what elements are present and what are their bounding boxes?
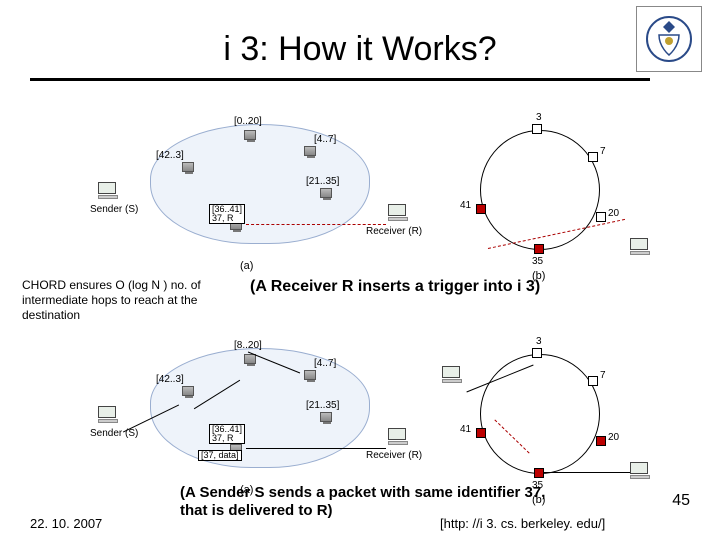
id-21-35: [21..35] bbox=[306, 176, 339, 187]
ring-node-7-b bbox=[588, 376, 598, 386]
ring-lbl-41-b: 41 bbox=[460, 424, 471, 435]
page-number: 45 bbox=[672, 492, 690, 510]
ring-node-3 bbox=[532, 124, 542, 134]
trigger-box-bottom: [36..41] 37, R bbox=[209, 424, 245, 444]
figure-a-top: [0..20] [4..7] [42..3] [21..35] [36..41]… bbox=[90, 112, 410, 282]
sender-label-b: Sender (S) bbox=[90, 428, 138, 439]
packet-box: [37, data] bbox=[198, 450, 242, 461]
id-42-3: [42..3] bbox=[156, 150, 184, 161]
arrow-to-r bbox=[246, 448, 386, 449]
node-42-3 bbox=[182, 162, 194, 172]
ring-lbl-20-b: 20 bbox=[608, 432, 619, 443]
ring-receiver-pc-icon-b bbox=[630, 462, 652, 480]
ring-node-20 bbox=[596, 212, 606, 222]
ring-node-35 bbox=[534, 244, 544, 254]
figure-b-bottom: 3 7 20 35 41 (b) bbox=[440, 336, 660, 506]
trigger-box-top: [36..41] 37, R bbox=[209, 204, 245, 224]
receiver-label: Receiver (R) bbox=[366, 226, 422, 237]
node-21-35-b bbox=[320, 412, 332, 422]
slide-root: i 3: How it Works? [0..20] [4..7] [42..3… bbox=[0, 0, 720, 540]
trigger-line2-b: 37, R bbox=[212, 434, 242, 443]
packet-box-text: [37, data] bbox=[201, 451, 239, 460]
node-42-3-b bbox=[182, 386, 194, 396]
node-21-35 bbox=[320, 188, 332, 198]
sender-pc-icon-b bbox=[98, 406, 120, 424]
slide-date: 22. 10. 2007 bbox=[30, 516, 102, 531]
ring-node-20-b bbox=[596, 436, 606, 446]
figure-a-bottom: [8..20] [4..7] [42..3] [21..35] [36..41]… bbox=[90, 336, 410, 506]
node-4-7-b bbox=[304, 370, 316, 380]
receiver-label-b: Receiver (R) bbox=[366, 450, 422, 461]
ring-lbl-3: 3 bbox=[536, 112, 542, 123]
ring-node-3-b bbox=[532, 348, 542, 358]
ring-receiver-pc-icon bbox=[630, 238, 652, 256]
slide-title: i 3: How it Works? bbox=[0, 30, 720, 69]
id-21-35-b: [21..35] bbox=[306, 400, 339, 411]
figure-b-top: 3 7 20 35 41 (b) bbox=[440, 112, 660, 282]
sender-caption: (A Sender S sends a packet with same ide… bbox=[180, 484, 560, 520]
ring-lbl-35: 35 bbox=[532, 256, 543, 267]
ring-arrow-to-r bbox=[544, 472, 630, 473]
figcap-a-top: (a) bbox=[240, 260, 253, 272]
node-8-20 bbox=[244, 354, 256, 364]
node-4-7 bbox=[304, 146, 316, 156]
ring-node-41-b bbox=[476, 428, 486, 438]
receiver-pc-icon-b bbox=[388, 428, 410, 446]
citation-url: [http: //i 3. cs. berkeley. edu/] bbox=[440, 516, 605, 531]
arrow-r-to-trigger bbox=[246, 224, 386, 225]
chord-ring-top bbox=[480, 130, 600, 250]
title-underline bbox=[30, 78, 650, 81]
ring-sender-pc-icon bbox=[442, 366, 464, 384]
ring-lbl-41: 41 bbox=[460, 200, 471, 211]
ring-node-35-b bbox=[534, 468, 544, 478]
id-4-7-b: [4..7] bbox=[314, 358, 336, 369]
ring-lbl-3-b: 3 bbox=[536, 336, 542, 347]
id-42-3-b: [42..3] bbox=[156, 374, 184, 385]
ring-node-41 bbox=[476, 204, 486, 214]
node-0-20 bbox=[244, 130, 256, 140]
ring-node-7 bbox=[588, 152, 598, 162]
id-8-20: [8..20] bbox=[234, 340, 262, 351]
id-4-7: [4..7] bbox=[314, 134, 336, 145]
id-0-20: [0..20] bbox=[234, 116, 262, 127]
ring-lbl-20: 20 bbox=[608, 208, 619, 219]
chord-ring-bottom bbox=[480, 354, 600, 474]
sender-pc-icon bbox=[98, 182, 120, 200]
receiver-caption: (A Receiver R inserts a trigger into i 3… bbox=[250, 278, 650, 296]
receiver-pc-icon bbox=[388, 204, 410, 222]
trigger-line2: 37, R bbox=[212, 214, 242, 223]
chord-note: CHORD ensures O (log N ) no. of intermed… bbox=[22, 278, 202, 323]
sender-label: Sender (S) bbox=[90, 204, 138, 215]
ring-lbl-7-b: 7 bbox=[600, 370, 606, 381]
ring-lbl-7: 7 bbox=[600, 146, 606, 157]
